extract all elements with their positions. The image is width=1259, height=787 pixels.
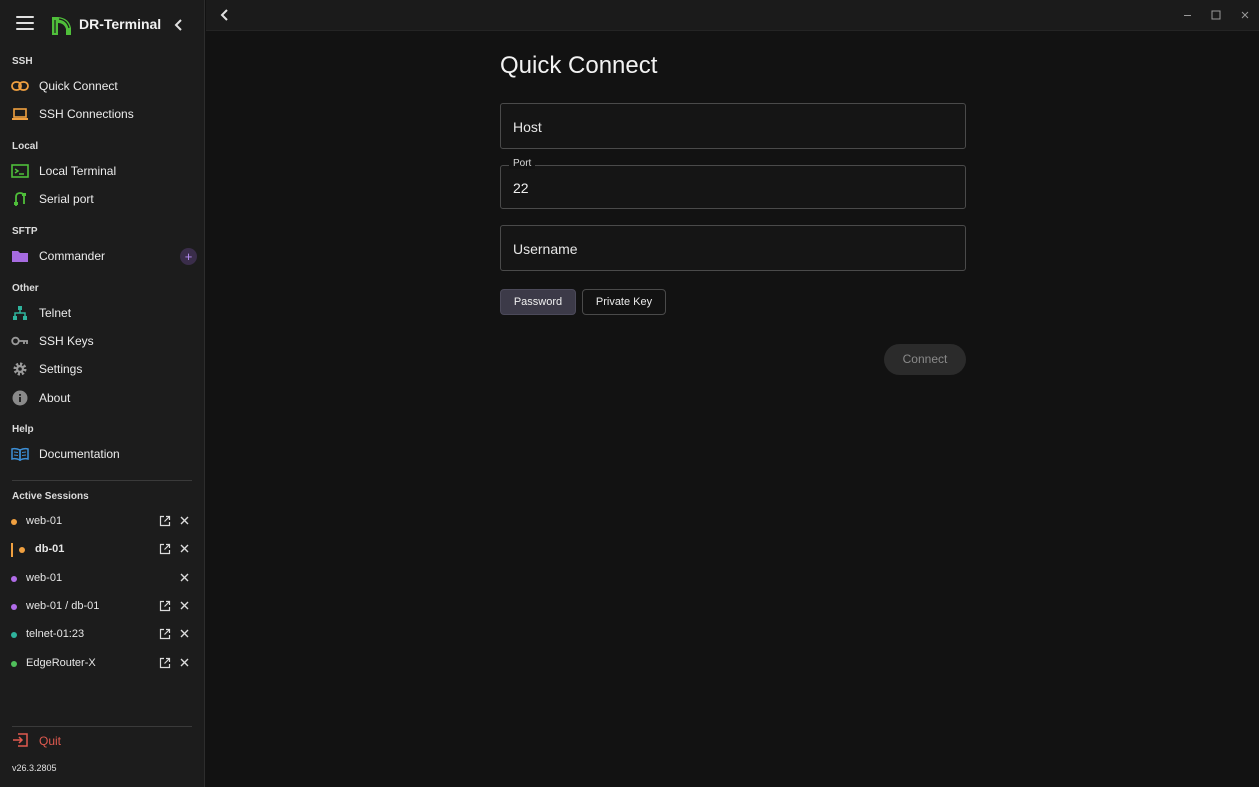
session-status-dot — [11, 604, 17, 610]
sidebar-item-label: SSH Connections — [39, 107, 134, 121]
open-in-new-window-icon[interactable] — [159, 515, 171, 527]
port-value: 22 — [513, 180, 529, 196]
section-label-other: Other — [12, 283, 39, 294]
minimize-icon[interactable] — [1181, 8, 1195, 22]
exit-icon — [12, 732, 28, 753]
sidebar-item-settings[interactable]: Settings — [0, 355, 205, 383]
open-in-new-window-icon[interactable] — [159, 543, 171, 555]
sidebar-header: DR-Terminal — [0, 0, 205, 50]
session-item[interactable]: telnet-01:23 — [0, 623, 205, 647]
connect-button[interactable]: Connect — [884, 344, 966, 375]
sidebar-item-commander[interactable]: Commander — [0, 242, 205, 270]
sidebar-item-label: Quick Connect — [39, 79, 118, 93]
terminal-icon — [11, 162, 29, 180]
session-status-dot — [11, 519, 17, 525]
folder-icon — [11, 247, 29, 265]
open-in-new-window-icon[interactable] — [159, 657, 171, 669]
close-session-icon[interactable] — [179, 657, 190, 668]
maximize-icon[interactable] — [1209, 8, 1223, 22]
info-icon — [11, 389, 29, 407]
title-bar — [206, 0, 1259, 31]
sidebar-item-serial-port[interactable]: Serial port — [0, 185, 205, 213]
session-status-dot — [11, 661, 17, 667]
sidebar-item-label: Commander — [39, 249, 106, 263]
sidebar-item-label: Local Terminal — [39, 164, 117, 178]
host-placeholder: Host — [513, 119, 542, 135]
section-label-ssh: SSH — [12, 56, 33, 67]
divider — [12, 726, 192, 727]
close-session-icon[interactable] — [179, 600, 190, 611]
session-item[interactable]: web-01 — [0, 567, 205, 591]
quit-button[interactable]: Quit — [0, 730, 205, 754]
sidebar-item-label: Settings — [39, 362, 83, 376]
section-label-active-sessions: Active Sessions — [12, 491, 89, 502]
section-label-local: Local — [12, 141, 39, 152]
close-window-icon[interactable] — [1238, 8, 1252, 22]
app-logo-icon — [52, 17, 71, 35]
version-label: v26.3.2805 — [12, 763, 57, 773]
active-session-indicator — [11, 543, 13, 557]
session-item[interactable]: web-01 — [0, 510, 205, 534]
username-placeholder: Username — [513, 241, 578, 257]
page-title: Quick Connect — [500, 52, 658, 79]
gear-icon — [11, 360, 29, 378]
session-item[interactable]: web-01 / db-01 — [0, 595, 205, 619]
session-status-dot — [11, 632, 17, 638]
private-key-auth-button[interactable]: Private Key — [582, 289, 666, 315]
session-name: telnet-01:23 — [26, 628, 85, 640]
password-auth-button[interactable]: Password — [500, 289, 576, 315]
divider — [12, 480, 192, 481]
close-session-icon[interactable] — [179, 543, 190, 554]
session-name: web-01 / db-01 — [26, 600, 100, 612]
open-in-new-window-icon[interactable] — [159, 628, 171, 640]
network-icon — [11, 304, 29, 322]
main-content: Quick Connect Host Port 22 Username Pass… — [206, 31, 1259, 787]
sidebar-item-local-terminal[interactable]: Local Terminal — [0, 157, 205, 185]
sidebar-item-label: About — [39, 391, 71, 405]
laptop-icon — [11, 105, 29, 123]
sidebar-item-ssh-keys[interactable]: SSH Keys — [0, 327, 205, 355]
quit-label: Quit — [39, 734, 62, 748]
key-icon — [11, 332, 29, 350]
sidebar-item-label: SSH Keys — [39, 334, 94, 348]
session-name: web-01 — [26, 572, 63, 584]
back-arrow-icon[interactable] — [218, 7, 232, 23]
username-input[interactable]: Username — [500, 225, 966, 271]
port-input[interactable]: Port 22 — [500, 158, 966, 209]
section-label-help: Help — [12, 424, 34, 435]
collapse-sidebar-icon[interactable] — [170, 15, 188, 35]
session-item[interactable]: EdgeRouter-X — [0, 652, 205, 676]
session-status-dot — [11, 576, 17, 582]
session-name: EdgeRouter-X — [26, 657, 96, 669]
book-icon — [11, 445, 29, 463]
sidebar-item-telnet[interactable]: Telnet — [0, 299, 205, 327]
sidebar-item-label: Serial port — [39, 192, 94, 206]
link-icon — [11, 77, 29, 95]
sidebar-item-label: Documentation — [39, 447, 120, 461]
port-label: Port — [509, 158, 536, 169]
session-name: web-01 — [26, 515, 63, 527]
app-title: DR-Terminal — [79, 16, 162, 32]
add-commander-button[interactable]: + — [180, 248, 197, 265]
section-label-sftp: SFTP — [12, 226, 38, 237]
sidebar-item-about[interactable]: About — [0, 384, 205, 412]
sidebar-item-documentation[interactable]: Documentation — [0, 440, 205, 468]
host-input[interactable]: Host — [500, 103, 966, 149]
serial-cable-icon — [11, 190, 29, 208]
open-in-new-window-icon[interactable] — [159, 600, 171, 612]
sidebar-item-ssh-connections[interactable]: SSH Connections — [0, 100, 205, 128]
hamburger-menu-icon[interactable] — [16, 16, 34, 32]
close-session-icon[interactable] — [179, 628, 190, 639]
sidebar: DR-Terminal SSH Quick Connect SSH Connec… — [0, 0, 205, 787]
sidebar-item-quick-connect[interactable]: Quick Connect — [0, 72, 205, 100]
session-item[interactable]: db-01 — [0, 538, 205, 562]
session-status-dot — [19, 547, 25, 553]
session-name: db-01 — [35, 543, 65, 555]
close-session-icon[interactable] — [179, 515, 190, 526]
close-session-icon[interactable] — [179, 572, 190, 583]
sidebar-item-label: Telnet — [39, 306, 72, 320]
